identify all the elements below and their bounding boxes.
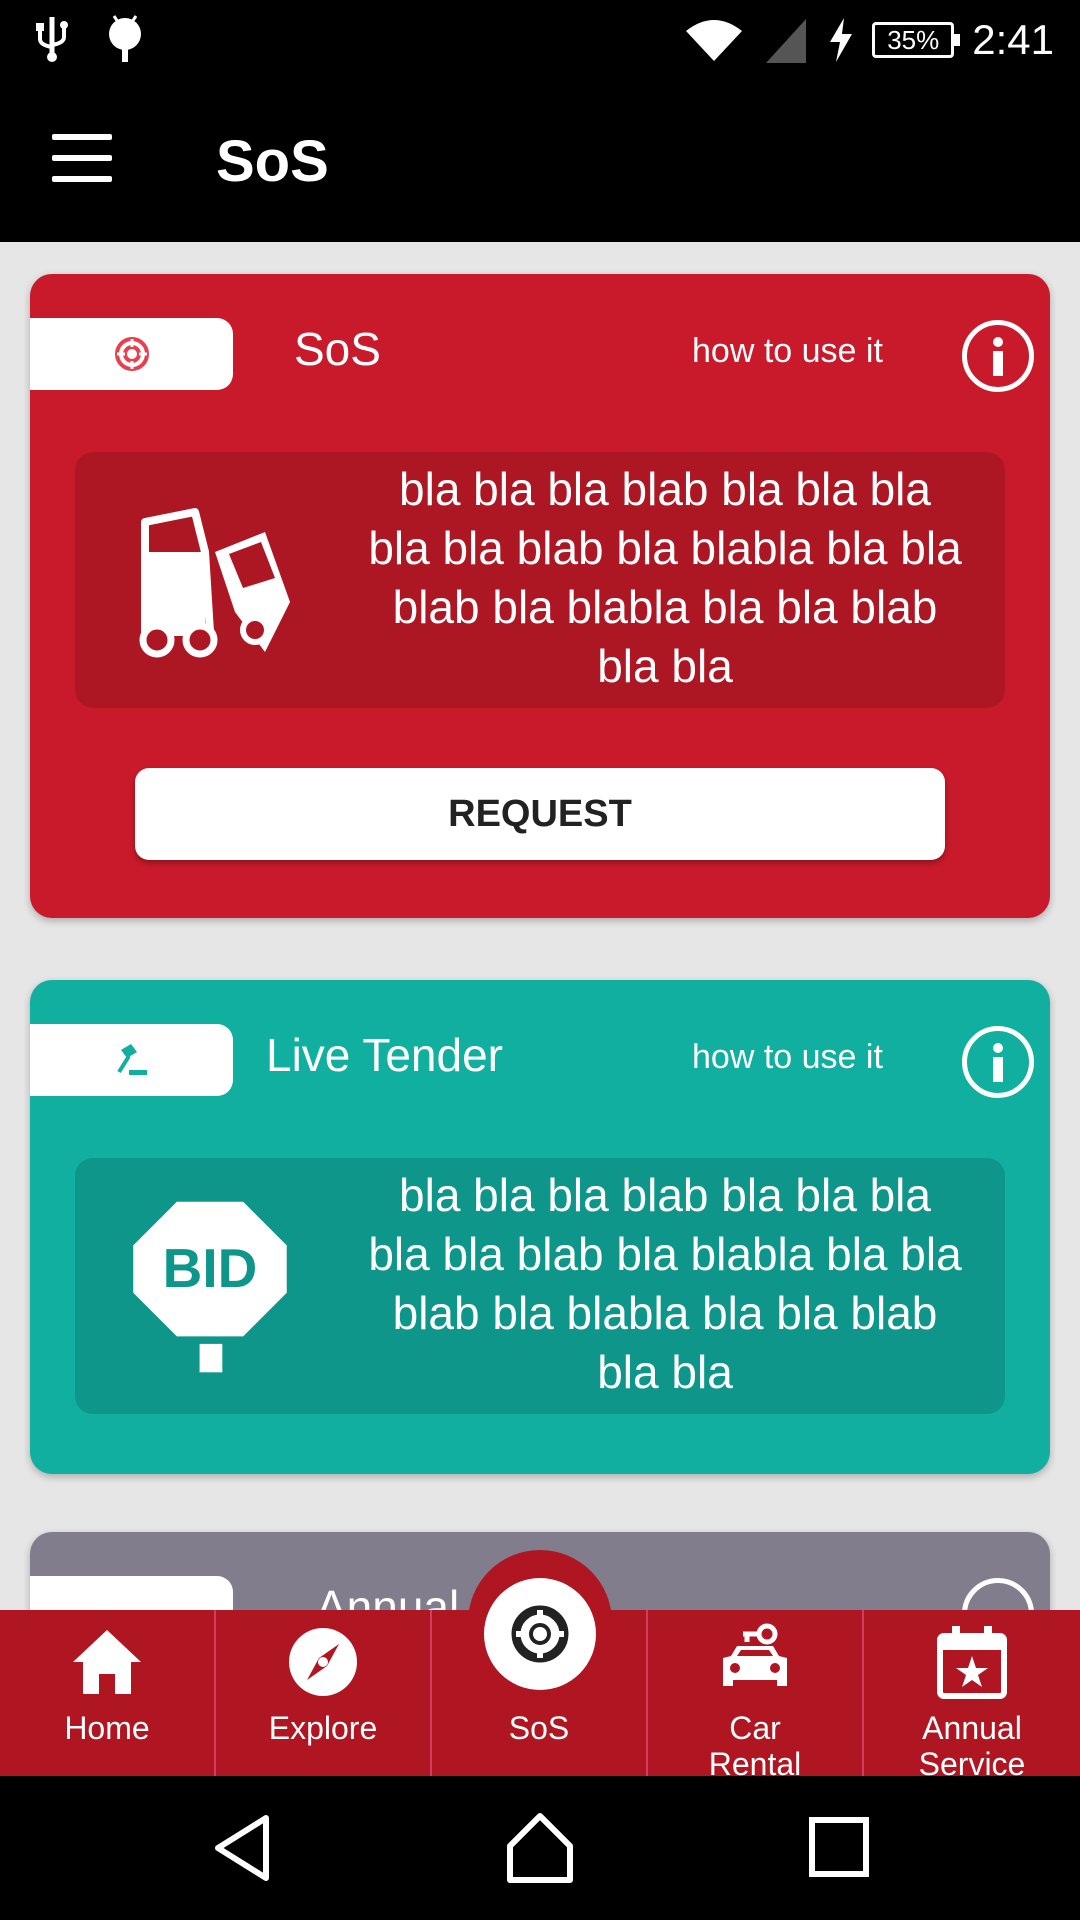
tender-how-to-link[interactable]: how to use it — [692, 1038, 883, 1077]
sos-info-panel: bla bla bla blab bla bla bla bla bla bla… — [75, 452, 1005, 708]
tender-info-icon[interactable] — [962, 1026, 1034, 1098]
battery-percent: 35% — [887, 24, 940, 55]
request-button[interactable]: REQUEST — [135, 768, 945, 860]
content-scroll[interactable]: SoS how to use it bla bla bla blab bla b… — [0, 242, 1080, 1610]
tender-info-panel: BID bla bla bla blab bla bla bla bla bla… — [75, 1158, 1005, 1414]
lifebuoy-icon — [114, 337, 149, 371]
charging-icon — [830, 18, 853, 62]
clock: 2:41 — [972, 16, 1054, 63]
tender-card-tag — [30, 1024, 233, 1096]
cell-signal-icon — [766, 19, 807, 63]
annual-card-tag — [30, 1576, 233, 1610]
sos-card: SoS how to use it bla bla bla blab bla b… — [30, 274, 1050, 918]
calendar-star-icon — [937, 1626, 1007, 1699]
usb-icon — [36, 17, 68, 62]
wifi-icon — [686, 20, 743, 61]
annual-info-icon[interactable] — [962, 1578, 1034, 1610]
recents-icon[interactable] — [800, 1808, 880, 1888]
nav-explore[interactable]: Explore — [216, 1610, 432, 1776]
bid-sign-icon: BID — [133, 1201, 287, 1373]
car-key-icon — [723, 1623, 787, 1686]
app-bar: SoS — [0, 80, 1080, 242]
nav-sos-button[interactable] — [484, 1578, 596, 1690]
nav-home[interactable]: Home — [0, 1610, 216, 1776]
status-bar: 35% 2:41 — [0, 0, 1080, 80]
android-icon — [109, 15, 141, 62]
nav-annual-service[interactable]: Annual Service — [864, 1610, 1080, 1782]
annual-card-title: Annual — [316, 1581, 460, 1610]
bid-sign-text: BID — [163, 1237, 258, 1299]
back-icon[interactable] — [202, 1808, 282, 1888]
sos-description: bla bla bla blab bla bla bla bla bla bla… — [368, 463, 962, 692]
live-tender-title: Live Tender — [266, 1029, 503, 1081]
sos-how-to-link[interactable]: how to use it — [692, 332, 883, 371]
menu-icon[interactable] — [52, 134, 112, 182]
nav-home-label: Home — [64, 1710, 150, 1746]
compass-icon — [289, 1628, 357, 1696]
sos-card-tag — [30, 318, 233, 390]
nav-car-rental[interactable]: Car Rental — [648, 1610, 864, 1782]
battery-indicator: 35% — [872, 22, 961, 58]
auction-hammer-icon — [116, 1044, 147, 1075]
tow-truck-icon — [139, 508, 290, 658]
nav-annual-service-label: Annual Service — [918, 1710, 1026, 1782]
lifebuoy-icon — [511, 1605, 569, 1663]
nav-car-rental-label: Car Rental — [708, 1710, 802, 1782]
home-nav-icon[interactable] — [500, 1808, 580, 1888]
nav-explore-label: Explore — [268, 1710, 378, 1746]
tender-description: bla bla bla blab bla bla bla bla bla bla… — [368, 1169, 962, 1398]
screen: 35% 2:41 SoS SoS how to use it bla bla b… — [0, 0, 1080, 1920]
nav-sos-label: SoS — [508, 1710, 570, 1746]
sos-info-icon[interactable] — [962, 320, 1034, 392]
home-icon — [73, 1630, 141, 1694]
sos-card-title: SoS — [294, 323, 381, 375]
live-tender-card: Live Tender how to use it BID bla bla bl… — [30, 980, 1050, 1474]
system-navigation-bar — [0, 1776, 1080, 1920]
page-title: SoS — [216, 129, 329, 194]
